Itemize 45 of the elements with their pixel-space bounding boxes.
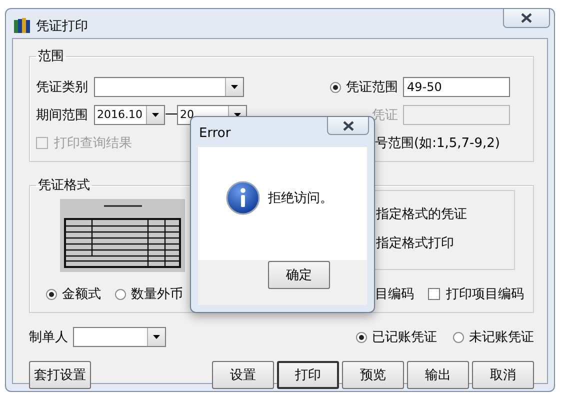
field-label: 制单人: [29, 329, 69, 346]
ok-button[interactable]: 确定: [268, 261, 330, 289]
dialog-title: Error: [199, 126, 231, 141]
checkbox[interactable]: [428, 288, 440, 300]
close-icon: [342, 120, 354, 130]
group-title: 范围: [37, 48, 65, 65]
dialog-button[interactable]: 设置: [212, 361, 274, 389]
dialog-button[interactable]: 套打设置: [29, 361, 91, 389]
close-button[interactable]: [327, 117, 369, 135]
radio-label[interactable]: 数量外币: [131, 285, 183, 303]
radio-label[interactable]: 凭证范围: [346, 78, 398, 96]
checkbox-label[interactable]: 打印项目编码: [446, 285, 524, 303]
dialog-button[interactable]: 预览: [342, 361, 404, 389]
radio-button[interactable]: [356, 332, 367, 342]
caret-icon: [231, 85, 238, 89]
hint-text: 号范围(如:1,5,7-9,2): [375, 135, 500, 152]
caret-icon: [153, 335, 160, 339]
period-from-dropdown[interactable]: 2016.10: [94, 105, 165, 125]
voucher-type-dropdown[interactable]: [94, 77, 244, 97]
dialog-button[interactable]: 输出: [407, 361, 469, 389]
close-button[interactable]: [503, 9, 550, 28]
caret-icon: [152, 113, 159, 117]
checkbox-label[interactable]: 目编码: [375, 285, 414, 303]
range-field[interactable]: 49-50: [403, 77, 510, 97]
dialog-button[interactable]: 打印: [277, 361, 339, 389]
separator: 一: [165, 107, 177, 124]
radio-button[interactable]: [453, 332, 464, 342]
option-label[interactable]: 指定格式打印: [376, 234, 514, 252]
field-label: 期间范围: [36, 107, 89, 124]
radio-label[interactable]: 金额式: [62, 285, 101, 303]
maker-dropdown[interactable]: [73, 327, 166, 347]
radio-label[interactable]: 未记账凭证: [469, 328, 534, 346]
close-icon: [521, 13, 532, 23]
radio-label[interactable]: 已记账凭证: [372, 328, 437, 346]
dialog-message: 拒绝访问。: [268, 190, 333, 207]
radio-button[interactable]: [330, 82, 341, 92]
radio-button[interactable]: [115, 288, 126, 300]
option-label[interactable]: 指定格式的凭证: [376, 205, 514, 223]
group-title: 凭证格式: [37, 177, 91, 194]
dialog-button[interactable]: 取消: [472, 361, 534, 389]
window-title: 凭证打印: [36, 18, 88, 35]
books-icon: [14, 17, 30, 33]
info-icon: [226, 181, 260, 215]
radio-button[interactable]: [46, 288, 57, 300]
field-label: 凭证类别: [36, 79, 89, 96]
